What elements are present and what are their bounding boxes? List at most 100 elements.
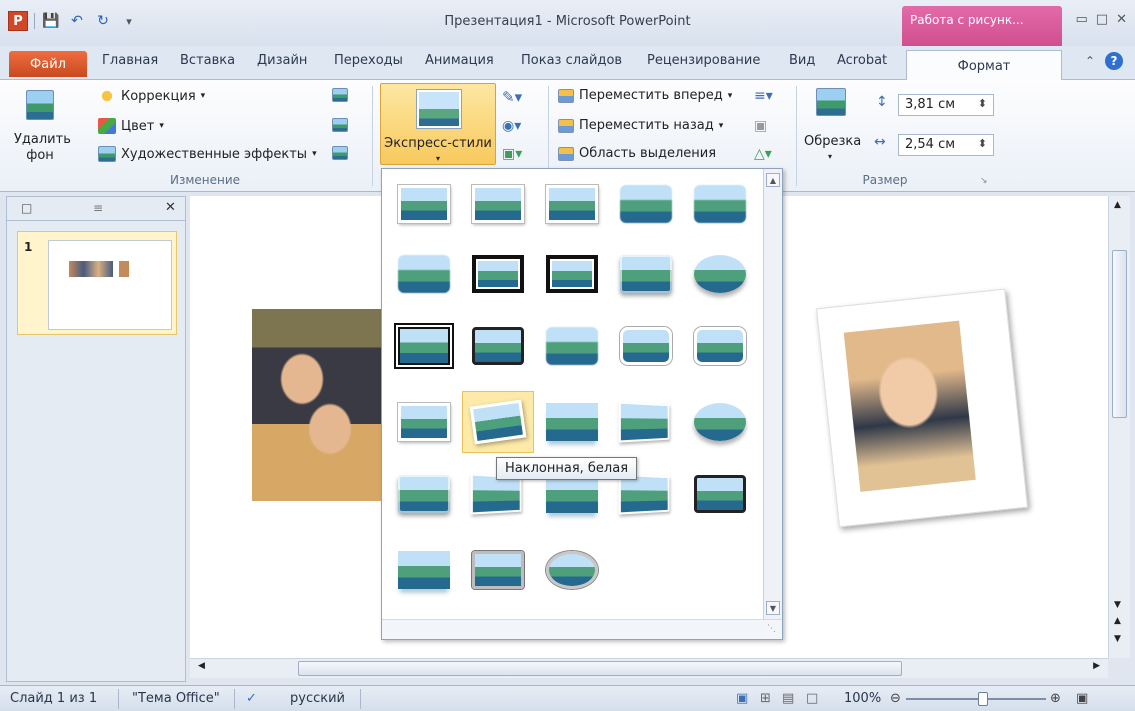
gallery-scroll-down-icon[interactable]: ▼ [766,601,780,615]
tab-slideshow[interactable]: Показ слайдов [521,53,622,68]
picture-style-option[interactable] [610,243,682,305]
tab-transitions[interactable]: Переходы [334,53,403,68]
tab-slides-icon[interactable]: □ [21,201,32,215]
picture-style-option[interactable] [684,315,756,377]
width-icon: ↔ [874,134,886,150]
tab-review[interactable]: Рецензирование [647,53,760,68]
slide-thumbnail[interactable]: 1 [17,231,177,335]
size-dialog-launcher-icon[interactable]: ↘ [980,176,988,186]
scroll-down-icon[interactable]: ▼ [1114,600,1121,610]
language[interactable]: русский [290,691,345,706]
fit-to-window-icon[interactable]: ▣ [1076,691,1088,706]
gallery-scroll-up-icon[interactable]: ▲ [766,173,780,187]
gallery-scrollbar[interactable]: ▲ ▼ [763,169,782,621]
picture-style-option[interactable] [388,539,460,601]
height-input[interactable]: 3,81 см [898,94,994,116]
rotate-icon[interactable]: △▾ [754,146,772,162]
reading-view-icon[interactable]: ▤ [782,691,794,706]
minimize-icon[interactable]: ▭ [1076,12,1088,27]
tab-view[interactable]: Вид [789,53,815,68]
scroll-up-icon[interactable]: ▲ [1114,200,1121,210]
vertical-scrollbar[interactable]: ▲ ▼ ▲ ▼ [1108,196,1130,658]
picture-effects-icon[interactable]: ◉▾ [502,118,521,134]
align-icon[interactable]: ≡▾ [754,88,773,104]
picture-style-option[interactable] [388,391,460,453]
picture-style-option[interactable] [462,391,534,453]
bring-forward-icon [558,88,574,103]
vertical-scroll-thumb[interactable] [1112,250,1127,418]
restore-icon[interactable]: □ [1096,12,1108,27]
gallery-resize-grip[interactable]: ⋱ [382,619,782,639]
tab-home[interactable]: Главная [102,53,158,68]
zoom-slider-knob[interactable] [978,692,988,706]
group-icon[interactable]: ▣ [754,118,767,134]
picture-layout-icon[interactable]: ▣▾ [502,146,522,162]
prev-slide-icon[interactable]: ▲ [1114,616,1121,626]
picture-style-option[interactable] [684,243,756,305]
art-effects-button[interactable]: Художественные эффекты ▾ [98,146,317,162]
slide-sorter-icon[interactable]: ⊞ [760,691,771,706]
tab-insert[interactable]: Вставка [180,53,235,68]
chevron-down-icon: ▾ [828,152,833,161]
picture-border-icon[interactable]: ✎▾ [502,88,522,106]
picture-style-option[interactable] [536,391,608,453]
tab-format[interactable]: Формат [906,50,1062,81]
tab-design[interactable]: Дизайн [257,53,307,68]
next-slide-icon[interactable]: ▼ [1114,634,1121,644]
change-picture-icon[interactable] [332,118,348,132]
scroll-left-icon[interactable]: ◀ [198,661,205,671]
express-styles-button[interactable]: Экспресс-стили ▾ [380,83,496,165]
remove-background-button[interactable]: Удалить фон [14,88,71,172]
picture-style-option[interactable] [462,173,534,235]
spellcheck-icon[interactable]: ✓ [246,691,257,706]
selection-pane-button[interactable]: Область выделения [558,146,716,161]
tab-outline-icon[interactable]: ≡ [93,201,103,215]
picture-style-option[interactable] [462,315,534,377]
picture-style-option[interactable] [462,539,534,601]
slide-preview [48,240,172,330]
picture-style-option[interactable] [610,173,682,235]
picture-style-option[interactable] [536,173,608,235]
send-backward-button[interactable]: Переместить назад ▾ [558,118,723,133]
zoom-level[interactable]: 100% [844,691,881,706]
close-pane-icon[interactable]: ✕ [165,200,176,215]
compress-pictures-icon[interactable] [332,88,348,102]
reset-picture-icon[interactable] [332,146,348,160]
horizontal-scroll-thumb[interactable] [298,661,902,676]
horizontal-scrollbar[interactable]: ◀ ▶ [190,658,1108,678]
normal-view-icon[interactable]: ▣ [736,691,748,706]
picture-style-option[interactable] [388,243,460,305]
picture-style-option[interactable] [610,315,682,377]
help-icon[interactable]: ? [1105,52,1123,70]
picture-style-option[interactable] [462,243,534,305]
color-button[interactable]: Цвет ▾ [98,118,164,134]
picture-style-option[interactable] [536,243,608,305]
zoom-slider[interactable] [906,698,1046,700]
zoom-out-icon[interactable]: ⊖ [890,691,901,706]
correction-button[interactable]: Коррекция ▾ [98,88,205,104]
zoom-in-icon[interactable]: ⊕ [1050,691,1061,706]
close-icon[interactable]: ✕ [1116,12,1127,27]
picture-style-option[interactable] [388,173,460,235]
picture-style-option[interactable] [610,391,682,453]
picture-style-option[interactable] [684,463,756,525]
picture-style-option[interactable] [388,463,460,525]
tab-acrobat[interactable]: Acrobat [837,53,887,68]
photo-girl-framed[interactable] [816,288,1028,528]
ribbon-minimize-icon[interactable]: ⌃ [1085,54,1095,68]
bring-forward-button[interactable]: Переместить вперед ▾ [558,88,732,103]
tab-animations[interactable]: Анимация [425,53,494,68]
picture-style-option[interactable] [388,315,460,377]
photo-schoolboys[interactable] [252,309,388,501]
tab-file[interactable]: Файл [9,51,87,77]
picture-style-option[interactable] [536,539,608,601]
width-input[interactable]: 2,54 см [898,134,994,156]
slideshow-view-icon[interactable]: □ [806,691,818,706]
picture-style-option[interactable] [684,173,756,235]
picture-style-option[interactable] [684,391,756,453]
scroll-right-icon[interactable]: ▶ [1093,661,1100,671]
picture-style-option[interactable] [536,315,608,377]
photo-girl [843,320,976,492]
theme-name[interactable]: "Тема Office" [132,691,220,706]
crop-button[interactable]: Обрезка ▾ [802,86,864,168]
